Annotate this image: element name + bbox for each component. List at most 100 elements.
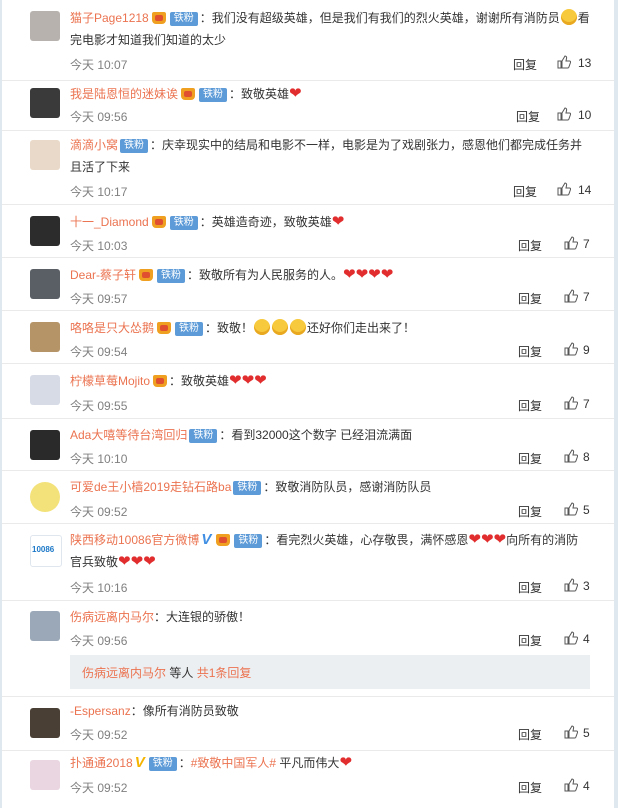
- reply-button[interactable]: 回复: [518, 290, 542, 307]
- verified-v-icon: V: [201, 531, 212, 548]
- comment-text: -Espersanz：像所有消防员致敬: [70, 700, 590, 722]
- username-link[interactable]: 猫子Page1218: [70, 11, 149, 25]
- hashtag-link[interactable]: #致敬中国军人#: [191, 756, 276, 770]
- avatar[interactable]: [30, 708, 60, 738]
- heart-icon: ❤: [339, 754, 353, 771]
- timestamp: 今天 09:52: [70, 781, 128, 795]
- like-count: 7: [583, 237, 590, 251]
- like-thumb-icon[interactable]: [564, 578, 578, 592]
- like-thumb-icon[interactable]: [564, 502, 578, 516]
- avatar[interactable]: [30, 88, 60, 118]
- fan-badge: 铁粉: [189, 429, 218, 443]
- like-thumb-icon[interactable]: [557, 107, 571, 121]
- like-thumb-icon[interactable]: [557, 182, 571, 196]
- username-link[interactable]: 柠檬草莓Mojito: [70, 374, 150, 388]
- reply-button[interactable]: 回复: [518, 632, 542, 649]
- like-count: 10: [578, 108, 592, 122]
- like-thumb-icon[interactable]: [564, 778, 578, 792]
- timestamp: 今天 09:56: [70, 634, 128, 648]
- comment-item: 滴滴小窝 铁粉 ：庆幸现实中的结局和电影不一样，电影是为了戏剧张力，感恩他们都完成任…: [2, 130, 614, 205]
- username-link[interactable]: 陕西移动10086官方微博: [70, 533, 199, 547]
- comment-body: ：我们没有超级英雄，但是我们有我们的烈火英雄，谢谢所有消防员: [199, 11, 560, 25]
- fan-badge: 铁粉: [120, 139, 149, 153]
- username-link[interactable]: Ada大嘻等待台湾回归: [70, 428, 187, 442]
- avatar[interactable]: 10086: [30, 535, 62, 567]
- comment-text: 伤病远离内马尔：大连银的骄傲！: [70, 606, 590, 628]
- like-thumb-icon[interactable]: [557, 55, 571, 69]
- heart-icon: ❤❤❤: [229, 372, 267, 389]
- username-link[interactable]: -Espersanz: [70, 704, 131, 718]
- username-link[interactable]: 可爱de王小樯2019走钻石路ba: [70, 480, 231, 494]
- like-thumb-icon[interactable]: [564, 342, 578, 356]
- reply-button[interactable]: 回复: [518, 450, 542, 467]
- avatar[interactable]: [30, 216, 60, 246]
- heart-icon: ❤❤❤: [118, 553, 156, 570]
- reply-button[interactable]: 回复: [518, 579, 542, 596]
- avatar[interactable]: [30, 760, 60, 790]
- vip-crown-icon: [153, 375, 168, 387]
- avatar[interactable]: [30, 11, 60, 41]
- like-count: 3: [583, 579, 590, 593]
- comment-item: 10086 陕西移动10086官方微博 V 铁粉 ：看完烈火英雄，心存敬畏，满怀感恩 ❤…: [2, 523, 614, 601]
- timestamp: 今天 09:55: [70, 399, 128, 413]
- avatar[interactable]: [30, 611, 60, 641]
- comment-item: 咯咯是只大怂鹅 铁粉 ：致敬！ 还好你们走出来了！ 今天 09:54 回复 9: [2, 310, 614, 364]
- comment-body: ：: [178, 756, 191, 770]
- sub-reply-box[interactable]: 伤病远离内马尔 等人 共1条回复: [70, 655, 590, 689]
- reply-button[interactable]: 回复: [518, 237, 542, 254]
- avatar[interactable]: [30, 375, 60, 405]
- sub-reply-count-link[interactable]: 共1条回复: [197, 666, 252, 680]
- like-thumb-icon[interactable]: [564, 631, 578, 645]
- comment-item: 可爱de王小樯2019走钻石路ba 铁粉 ：致敬消防队员，感谢消防队员 今天 09:…: [2, 470, 614, 524]
- timestamp: 今天 09:52: [70, 728, 128, 742]
- like-count: 9: [583, 343, 590, 357]
- username-link[interactable]: 咯咯是只大怂鹅: [70, 321, 154, 335]
- timestamp: 今天 10:03: [70, 239, 128, 253]
- fan-badge: 铁粉: [233, 481, 262, 495]
- comment-text: 可爱de王小樯2019走钻石路ba 铁粉 ：致敬消防队员，感谢消防队员: [70, 476, 590, 498]
- timestamp: 今天 10:10: [70, 452, 128, 466]
- username-link[interactable]: 扑通通2018: [70, 756, 133, 770]
- comment-item: 柠檬草莓Mojito ：致敬英雄❤❤❤ 今天 09:55 回复 7: [2, 363, 614, 419]
- like-count: 7: [583, 290, 590, 304]
- reply-button[interactable]: 回复: [518, 503, 542, 520]
- comment-body: ：致敬消防队员，感谢消防队员: [263, 480, 432, 494]
- fan-badge: 铁粉: [234, 534, 263, 548]
- vip-crown-icon: [139, 269, 154, 281]
- avatar[interactable]: [30, 140, 60, 170]
- reply-button[interactable]: 回复: [518, 726, 542, 743]
- like-count: 4: [583, 632, 590, 646]
- reply-button[interactable]: 回复: [513, 56, 537, 73]
- timestamp: 今天 09:54: [70, 345, 128, 359]
- like-thumb-icon[interactable]: [564, 396, 578, 410]
- like-thumb-icon[interactable]: [564, 449, 578, 463]
- sub-reply-username[interactable]: 伤病远离内马尔: [82, 666, 166, 680]
- comment-item: Dear-蔡子轩 铁粉 ：致敬所有为人民服务的人。❤❤❤❤ 今天 09:57 回复 …: [2, 257, 614, 311]
- avatar-logo-text: 10086: [32, 545, 55, 554]
- like-thumb-icon[interactable]: [564, 725, 578, 739]
- username-link[interactable]: Dear-蔡子轩: [70, 268, 136, 282]
- like-thumb-icon[interactable]: [564, 289, 578, 303]
- reply-button[interactable]: 回复: [518, 397, 542, 414]
- avatar[interactable]: [30, 430, 60, 460]
- like-thumb-icon[interactable]: [564, 236, 578, 250]
- reply-button[interactable]: 回复: [516, 108, 540, 125]
- username-link[interactable]: 我是陆恩恒的迷妹诶: [70, 87, 178, 101]
- reply-button[interactable]: 回复: [518, 343, 542, 360]
- avatar[interactable]: [30, 482, 60, 512]
- username-link[interactable]: 滴滴小窝: [70, 138, 118, 152]
- comment-text: 咯咯是只大怂鹅 铁粉 ：致敬！ 还好你们走出来了！: [70, 317, 590, 339]
- comment-item: 扑通通2018 V 铁粉 ：#致敬中国军人# 平凡而伟大❤ 今天 09:52 回复 4: [2, 750, 614, 808]
- username-link[interactable]: 伤病远离内马尔: [70, 610, 154, 624]
- comment-item: -Espersanz：像所有消防员致敬 今天 09:52 回复 5: [2, 696, 614, 751]
- comment-body: ：看完烈火英雄，心存敬畏，满怀感恩: [264, 533, 469, 547]
- reply-button[interactable]: 回复: [518, 779, 542, 796]
- username-link[interactable]: 十一_Diamond: [70, 215, 149, 229]
- comment-panel: 猫子Page1218 铁粉 ：我们没有超级英雄，但是我们有我们的烈火英雄，谢谢所有消…: [2, 0, 614, 808]
- avatar[interactable]: [30, 322, 60, 352]
- reply-button[interactable]: 回复: [513, 183, 537, 200]
- fan-badge: 铁粉: [169, 12, 198, 26]
- comment-body-cont: 平凡而伟大: [276, 756, 340, 770]
- timestamp: 今天 10:16: [70, 581, 128, 595]
- avatar[interactable]: [30, 269, 60, 299]
